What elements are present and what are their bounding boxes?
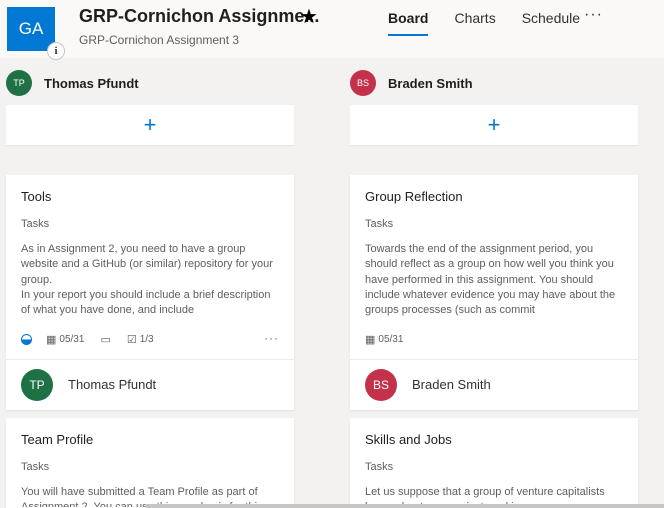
more-options-icon[interactable]: ··· — [584, 6, 603, 24]
card-title: Group Reflection — [365, 189, 463, 204]
calendar-icon: ▦ — [365, 333, 376, 346]
due-date: 05/31 — [59, 333, 85, 345]
plus-icon: + — [143, 112, 157, 137]
task-card-team-profile[interactable]: Team Profile Tasks You will have submitt… — [6, 418, 294, 508]
plan-initials: GA — [18, 19, 44, 38]
avatar: BS — [365, 368, 397, 401]
avatar: TP — [21, 368, 53, 401]
tab-board[interactable]: Board — [388, 0, 429, 36]
card-more-icon[interactable]: ··· — [264, 331, 279, 345]
card-meta: ▦ 05/31 ▭ ☑ 1/3 ··· — [21, 327, 279, 351]
plan-avatar[interactable]: GA — [7, 7, 55, 51]
card-title: Skills and Jobs — [365, 432, 452, 447]
card-title: Team Profile — [21, 432, 94, 447]
column-title: Thomas Pfundt — [44, 75, 139, 91]
bucket-column-thomas: TP Thomas Pfundt + Tools Tasks As in Ass… — [6, 66, 294, 508]
card-assignee[interactable]: BS Braden Smith — [350, 359, 638, 409]
card-description-text: As in Assignment 2, you need to have a g… — [21, 243, 273, 317]
favorite-star-icon[interactable]: ★ — [300, 4, 318, 29]
card-meta: ▦ 05/31 — [365, 327, 623, 351]
bucket-column-braden: BS Braden Smith + Group Reflection Tasks… — [350, 66, 638, 508]
plan-subtitle: GRP-Cornichon Assignment 3 — [79, 33, 240, 47]
assignee-name: Braden Smith — [412, 377, 491, 392]
horizontal-scrollbar[interactable] — [145, 504, 664, 508]
column-title: Braden Smith — [388, 75, 473, 91]
task-card-group-reflection[interactable]: Group Reflection Tasks Towards the end o… — [350, 175, 638, 410]
progress-half-icon[interactable] — [21, 333, 32, 345]
card-description: As in Assignment 2, you need to have a g… — [21, 242, 279, 319]
task-card-skills-and-jobs[interactable]: Skills and Jobs Tasks Let us suppose tha… — [350, 418, 638, 508]
checklist-icon: ☑ — [126, 333, 137, 346]
card-bucket-label: Tasks — [21, 461, 50, 473]
tab-charts[interactable]: Charts — [454, 0, 495, 36]
calendar-icon: ▦ — [46, 333, 57, 346]
column-header: TP Thomas Pfundt — [6, 66, 294, 100]
card-bucket-label: Tasks — [365, 218, 394, 230]
checklist-count: 1/3 — [139, 333, 154, 345]
card-title: Tools — [21, 189, 52, 204]
info-icon[interactable]: i — [47, 42, 65, 60]
task-card-tools[interactable]: Tools Tasks As in Assignment 2, you need… — [6, 175, 294, 410]
avatar: TP — [6, 70, 32, 96]
tab-schedule[interactable]: Schedule — [522, 0, 580, 36]
plus-icon: + — [487, 112, 501, 137]
plan-header: GA i GRP-Cornichon Assignme... ★ GRP-Cor… — [0, 0, 664, 60]
column-header: BS Braden Smith — [350, 66, 638, 100]
add-task-button[interactable]: + — [6, 105, 294, 145]
due-date: 05/31 — [378, 333, 404, 345]
card-assignee[interactable]: TP Thomas Pfundt — [6, 359, 294, 409]
card-bucket-label: Tasks — [365, 461, 394, 473]
avatar: BS — [350, 70, 376, 96]
assignee-name: Thomas Pfundt — [68, 377, 157, 392]
comment-icon: ▭ — [100, 333, 111, 346]
card-bucket-label: Tasks — [21, 218, 50, 230]
card-description: Towards the end of the assignment period… — [365, 243, 616, 317]
view-tabs: Board Charts Schedule — [388, 0, 606, 36]
plan-title[interactable]: GRP-Cornichon Assignme... — [79, 6, 319, 27]
add-task-button[interactable]: + — [350, 105, 638, 145]
